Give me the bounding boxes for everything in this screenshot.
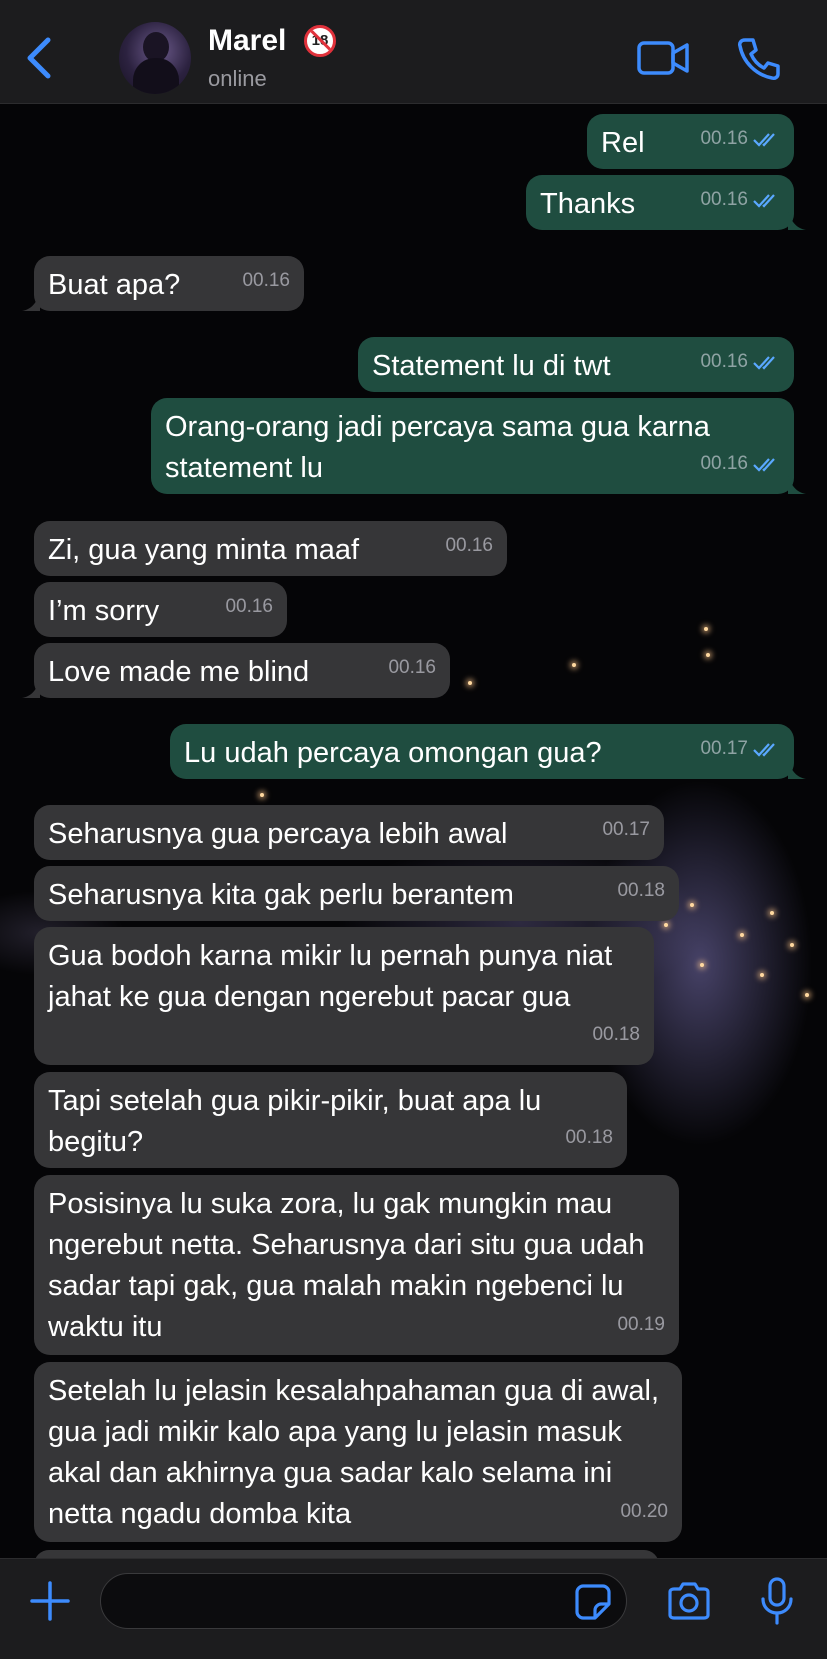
chat-header: Marel 18 online (0, 0, 827, 104)
message-text: Zi, gua yang minta maaf (48, 534, 360, 566)
bubble-tail (788, 212, 806, 230)
wallpaper-light (704, 627, 708, 631)
message-time: 00.16 (388, 657, 436, 678)
message-meta: 00.16 (700, 118, 780, 159)
contact-status: online (208, 66, 267, 91)
message-time: 00.16 (445, 535, 493, 556)
message-bubble-incoming[interactable]: Love made me blind 00.16 (22, 643, 450, 698)
message-time: 00.16 (225, 596, 273, 617)
wallpaper-light (572, 663, 576, 667)
bubble-tail (788, 761, 806, 779)
sticker-button[interactable] (574, 1583, 612, 1621)
wallpaper-light (690, 903, 694, 907)
message-text: Setelah lu jelasin kesalahpahaman gua di… (48, 1375, 660, 1530)
no-18-emoji-icon: 18 (304, 25, 336, 57)
message-time: 00.16 (700, 189, 748, 210)
message-time: 00.18 (565, 1127, 613, 1148)
message-meta: 00.16 (700, 179, 780, 220)
read-ticks-icon (753, 458, 775, 472)
message-bubble-incoming[interactable]: Posisinya lu suka zora, lu gak mungkin m… (34, 1175, 679, 1355)
message-bubble-outgoing[interactable]: Orang-orang jadi percaya sama gua karna … (151, 398, 806, 494)
read-ticks-icon (753, 356, 775, 370)
wallpaper-light (468, 681, 472, 685)
message-text: Tapi setelah gua pikir-pikir, buat apa l… (48, 1085, 542, 1158)
message-time: 00.16 (700, 453, 748, 474)
message-time: 00.17 (602, 819, 650, 840)
message-time: 00.20 (620, 1501, 668, 1522)
message-bubble-outgoing[interactable]: Rel 00.16 (587, 114, 794, 169)
message-time: 00.16 (700, 351, 748, 372)
message-bubble-incoming[interactable]: Tapi setelah gua pikir-pikir, buat apa l… (34, 1072, 627, 1168)
read-ticks-icon (753, 133, 775, 147)
composer-bar (0, 1558, 827, 1659)
microphone-button[interactable] (760, 1577, 794, 1625)
wallpaper-light (805, 993, 809, 997)
camera-button[interactable] (666, 1581, 712, 1621)
sticker-icon (575, 1584, 611, 1620)
avatar-body (133, 58, 179, 94)
message-bubble-outgoing[interactable]: Thanks 00.16 (526, 175, 806, 230)
wallpaper-light (770, 911, 774, 915)
back-button[interactable] (22, 34, 56, 82)
wallpaper-light (760, 973, 764, 977)
wallpaper-light (790, 943, 794, 947)
contact-avatar[interactable] (119, 22, 191, 94)
message-bubble-outgoing[interactable]: Statement lu di twt 00.16 (358, 337, 794, 392)
bubble-tail (788, 476, 806, 494)
camera-icon (668, 1582, 710, 1620)
message-bubble-incoming[interactable]: Buat apa? 00.16 (22, 256, 304, 311)
message-bubble-incoming[interactable]: I’m sorry 00.16 (34, 582, 287, 637)
message-meta: 00.16 (700, 341, 780, 382)
message-meta: 00.16 (700, 443, 780, 484)
message-text: Seharusnya kita gak perlu berantem (48, 879, 514, 911)
message-time: 00.16 (242, 270, 290, 291)
message-text: Posisinya lu suka zora, lu gak mungkin m… (48, 1188, 645, 1343)
message-text: Seharusnya gua percaya lebih awal (48, 818, 508, 850)
wallpaper-light (706, 653, 710, 657)
video-call-button[interactable] (636, 38, 690, 78)
wallpaper-light (664, 923, 668, 927)
microphone-icon (761, 1577, 793, 1625)
phone-icon (738, 38, 780, 80)
message-bubble-incoming[interactable]: Gua bodoh karna mikir lu pernah punya ni… (34, 927, 654, 1065)
wallpaper-light (740, 933, 744, 937)
message-bubble-incoming[interactable]: Zi, gua yang minta maaf 00.16 (34, 521, 507, 576)
message-bubble-outgoing[interactable]: Lu udah percaya omongan gua? 00.17 (170, 724, 806, 779)
message-meta: 00.17 (700, 728, 780, 769)
message-bubble-incoming[interactable]: Setelah lu jelasin kesalahpahaman gua di… (34, 1362, 682, 1542)
message-time: 00.18 (592, 1024, 640, 1045)
message-text: Lu udah percaya omongan gua? (184, 737, 602, 769)
contact-name[interactable]: Marel (208, 24, 286, 58)
read-ticks-icon (753, 743, 775, 757)
back-icon (27, 37, 51, 79)
attach-button[interactable] (28, 1579, 72, 1623)
message-bubble-incoming[interactable]: Seharusnya kita gak perlu berantem 00.18 (34, 866, 679, 921)
read-ticks-icon (753, 194, 775, 208)
message-time: 00.16 (700, 128, 748, 149)
bubble-tail (22, 293, 40, 311)
message-input[interactable] (100, 1573, 627, 1629)
message-time: 00.17 (700, 738, 748, 759)
wallpaper-light (700, 963, 704, 967)
message-time: 00.18 (617, 880, 665, 901)
voice-call-button[interactable] (736, 36, 782, 82)
wallpaper-light (260, 793, 264, 797)
message-time: 00.19 (617, 1314, 665, 1335)
message-text: Gua bodoh karna mikir lu pernah punya ni… (48, 940, 613, 1013)
bubble-tail (22, 680, 40, 698)
plus-icon (30, 1581, 70, 1621)
video-call-icon (637, 41, 689, 75)
message-text: Orang-orang jadi percaya sama gua karna … (165, 411, 710, 484)
message-bubble-incoming[interactable]: Seharusnya gua percaya lebih awal 00.17 (34, 805, 664, 860)
message-text: Love made me blind (48, 656, 310, 688)
